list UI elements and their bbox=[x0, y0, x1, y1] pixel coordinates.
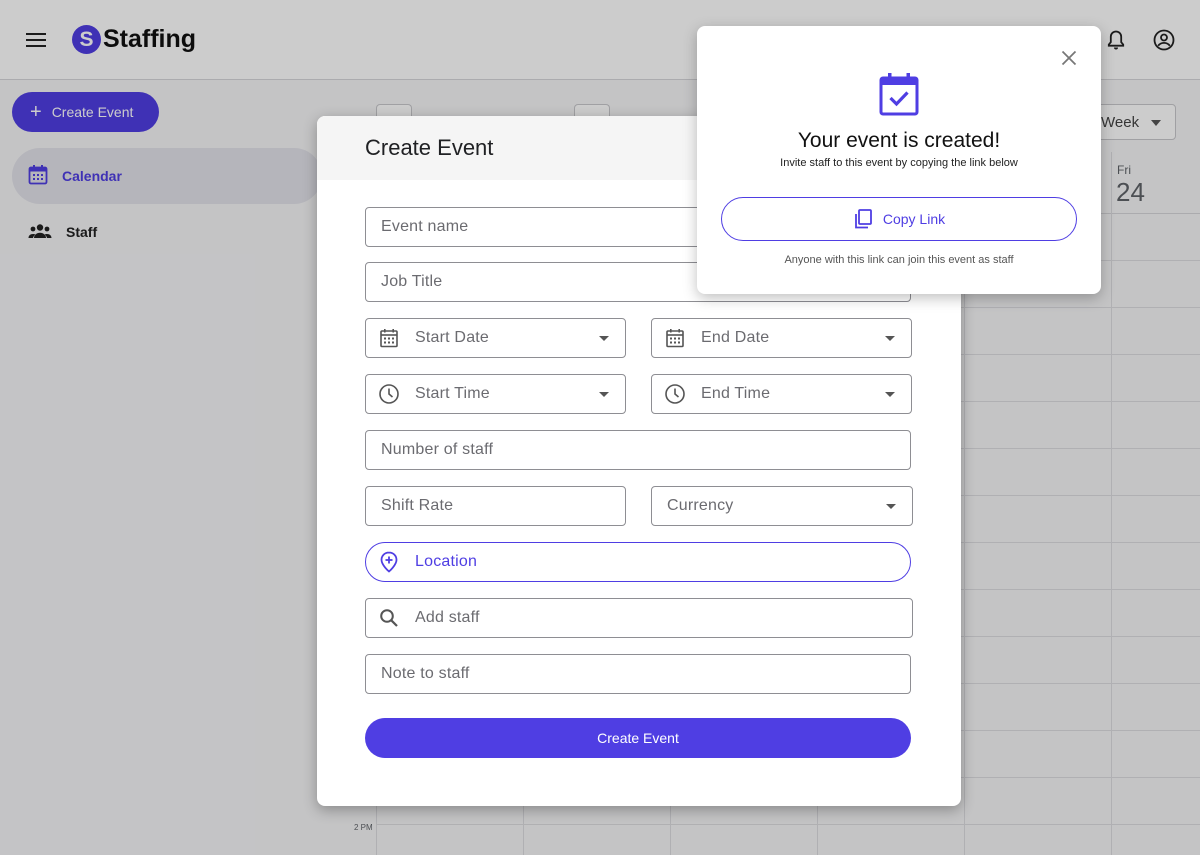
close-icon[interactable] bbox=[1059, 48, 1079, 68]
currency-select[interactable]: Currency bbox=[651, 486, 913, 526]
copy-icon bbox=[853, 209, 873, 229]
add-staff-search-input[interactable]: Add staff bbox=[365, 598, 913, 638]
number-of-staff-input[interactable]: Number of staff bbox=[365, 430, 911, 470]
popup-title: Your event is created! bbox=[797, 129, 1001, 152]
note-to-staff-input[interactable]: Note to staff bbox=[365, 654, 911, 694]
end-date-label: End Date bbox=[701, 329, 770, 346]
end-date-picker[interactable]: End Date bbox=[651, 318, 912, 358]
currency-label: Currency bbox=[667, 497, 734, 514]
calendar-icon bbox=[378, 327, 400, 349]
job-title-placeholder: Job Title bbox=[381, 273, 443, 290]
chevron-down-icon bbox=[885, 336, 895, 341]
submit-label: Create Event bbox=[597, 730, 679, 746]
add-staff-placeholder: Add staff bbox=[415, 609, 480, 626]
chevron-down-icon bbox=[599, 336, 609, 341]
location-button[interactable]: Location bbox=[365, 542, 911, 582]
create-event-submit-button[interactable]: Create Event bbox=[365, 718, 911, 758]
event-available-icon bbox=[879, 72, 919, 116]
copy-link-button[interactable]: Copy Link bbox=[721, 197, 1077, 241]
clock-icon bbox=[664, 383, 686, 405]
end-time-picker[interactable]: End Time bbox=[651, 374, 912, 414]
event-name-placeholder: Event name bbox=[381, 218, 469, 235]
start-date-label: Start Date bbox=[415, 329, 490, 346]
note-to-staff-placeholder: Note to staff bbox=[381, 665, 470, 682]
shift-rate-placeholder: Shift Rate bbox=[381, 497, 454, 514]
add-location-icon bbox=[378, 551, 400, 573]
chevron-down-icon bbox=[886, 504, 896, 509]
shift-rate-input[interactable]: Shift Rate bbox=[365, 486, 626, 526]
number-of-staff-placeholder: Number of staff bbox=[381, 441, 494, 458]
search-icon bbox=[378, 607, 400, 629]
dialog-title: Create Event bbox=[365, 135, 494, 160]
chevron-down-icon bbox=[599, 392, 609, 397]
start-date-picker[interactable]: Start Date bbox=[365, 318, 626, 358]
chevron-down-icon bbox=[885, 392, 895, 397]
start-time-label: Start Time bbox=[415, 385, 490, 402]
copy-link-label: Copy Link bbox=[882, 211, 946, 227]
popup-note: Anyone with this link can join this even… bbox=[784, 254, 1014, 266]
popup-subtitle: Invite staff to this event by copying th… bbox=[780, 157, 1018, 169]
location-label: Location bbox=[415, 553, 478, 570]
event-created-popup: Your event is created! Invite staff to t… bbox=[697, 26, 1101, 294]
start-time-picker[interactable]: Start Time bbox=[365, 374, 626, 414]
end-time-label: End Time bbox=[701, 385, 771, 402]
clock-icon bbox=[378, 383, 400, 405]
calendar-icon bbox=[664, 327, 686, 349]
